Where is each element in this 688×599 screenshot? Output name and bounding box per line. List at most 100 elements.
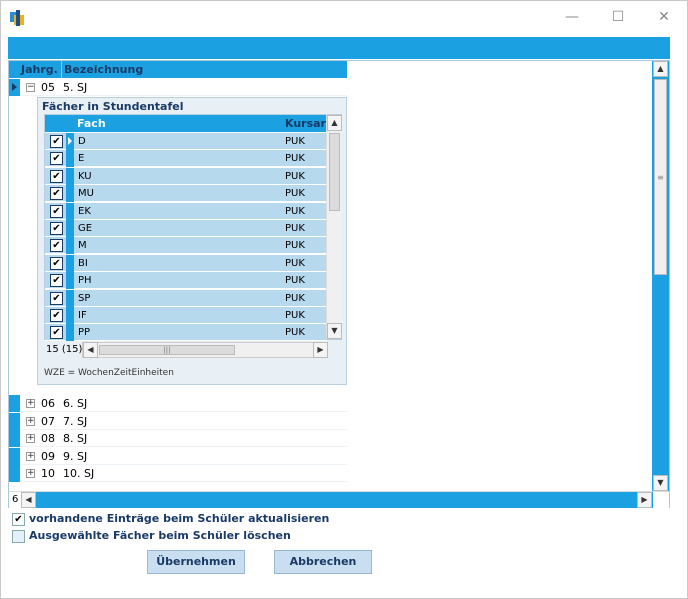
row-indicator: [66, 272, 74, 290]
grid-footer: 6 ◀ ▶: [9, 491, 669, 508]
table-row[interactable]: +07 7. SJ: [9, 412, 347, 430]
cell-fach: D: [78, 136, 86, 147]
cell-bezeichnung: 7. SJ: [63, 414, 88, 428]
scroll-thumb[interactable]: ≡: [654, 79, 667, 275]
faecher-horizontal-scrollbar[interactable]: ◀ ||| ▶: [82, 342, 328, 358]
grid-horizontal-scrollbar[interactable]: ◀ ▶: [21, 492, 653, 508]
cell-kursart: PUK: [285, 327, 305, 339]
column-header-fach[interactable]: Fach: [77, 115, 106, 132]
delete-subjects-label: Ausgewählte Fächer beim Schüler löschen: [29, 529, 291, 542]
row-indicator: [66, 167, 74, 185]
checkbox-checked-icon[interactable]: ✔: [50, 187, 63, 201]
checkbox-checked-icon[interactable]: ✔: [50, 152, 63, 166]
row-indicator: [9, 395, 20, 412]
update-entries-label: vorhandene Einträge beim Schüler aktuali…: [29, 512, 330, 525]
table-row[interactable]: ✔ PP PUK: [45, 324, 326, 342]
scroll-down-icon[interactable]: ▼: [327, 323, 342, 339]
legend-text: WZE = WochenZeitEinheiten: [44, 368, 174, 378]
table-row[interactable]: ✔ E PUK: [45, 150, 326, 168]
close-button[interactable]: ✕: [641, 1, 687, 33]
grid-vertical-scrollbar[interactable]: ▲ ≡ ▼: [652, 61, 669, 491]
table-row[interactable]: ✔ SP PUK: [45, 289, 326, 307]
checkbox-unchecked-icon[interactable]: [12, 530, 25, 543]
checkbox-checked-icon[interactable]: ✔: [50, 326, 63, 340]
faecher-vertical-scrollbar[interactable]: ▲ ▼: [326, 115, 342, 339]
table-row[interactable]: − 05 5. SJ: [9, 79, 347, 96]
expand-icon[interactable]: +: [26, 399, 35, 408]
maximize-button[interactable]: ☐: [595, 1, 641, 33]
minimize-button[interactable]: —: [549, 1, 595, 33]
scroll-thumb[interactable]: |||: [99, 345, 235, 355]
dialog-window: — ☐ ✕ Jahrg. Bezeichnung − 05 5. SJ Fäch…: [0, 0, 688, 599]
faecher-grid: Fach Kursart ✔ D PUK ✔ E PUK ✔ KU PUK ✔ MU PUK ✔ EK PU…: [44, 114, 342, 342]
cell-fach: SP: [78, 292, 91, 304]
table-row[interactable]: +08 8. SJ: [9, 430, 347, 448]
cell-jahrg: 06: [41, 397, 55, 410]
cell-fach: PP: [78, 327, 91, 339]
cell-kursart: PUK: [285, 257, 305, 269]
table-row[interactable]: ✔ M PUK: [45, 237, 326, 255]
table-row[interactable]: ✔ PH PUK: [45, 272, 326, 290]
checkbox-checked-icon[interactable]: ✔: [50, 309, 63, 322]
expand-icon[interactable]: +: [26, 469, 35, 479]
group-panel-bar: [8, 37, 670, 59]
column-header-bezeichnung[interactable]: Bezeichnung: [61, 61, 341, 78]
scroll-left-icon[interactable]: ◀: [83, 342, 98, 358]
checkbox-checked-icon[interactable]: ✔: [12, 513, 25, 526]
checkbox-checked-icon[interactable]: ✔: [50, 256, 63, 270]
scroll-right-icon[interactable]: ▶: [637, 492, 652, 508]
checkbox-checked-icon[interactable]: ✔: [50, 274, 63, 288]
row-indicator: [66, 133, 74, 150]
faecher-footer: 15 (15) ◀ ||| ▶: [44, 342, 342, 358]
scroll-left-icon[interactable]: ◀: [21, 492, 36, 508]
table-row[interactable]: ✔ EK PUK: [45, 202, 326, 220]
faecher-count: 15 (15): [46, 344, 83, 355]
scroll-right-icon[interactable]: ▶: [313, 342, 328, 358]
checkbox-checked-icon[interactable]: ✔: [50, 239, 63, 253]
checkbox-checked-icon[interactable]: ✔: [50, 204, 63, 218]
table-row[interactable]: ✔ D PUK: [45, 133, 326, 150]
row-indicator: [66, 324, 74, 342]
row-indicator: [9, 465, 20, 483]
scroll-down-icon[interactable]: ▼: [653, 475, 668, 491]
table-row[interactable]: ✔ KU PUK: [45, 167, 326, 185]
column-header-jahrg[interactable]: Jahrg.: [21, 61, 59, 78]
cell-fach: GE: [78, 223, 93, 234]
table-row[interactable]: ✔ GE PUK: [45, 220, 326, 237]
expand-icon[interactable]: +: [26, 434, 35, 444]
cell-jahrg: 10: [41, 467, 55, 481]
checkbox-checked-icon[interactable]: ✔: [50, 222, 63, 235]
row-indicator: [9, 79, 20, 96]
cell-jahrg: 09: [41, 449, 55, 463]
scroll-up-icon[interactable]: ▲: [653, 61, 668, 77]
table-row[interactable]: +06 6. SJ: [9, 395, 347, 412]
row-indicator: [9, 430, 20, 448]
scroll-up-icon[interactable]: ▲: [327, 115, 342, 131]
row-indicator: [66, 237, 74, 255]
table-row[interactable]: ✔ IF PUK: [45, 307, 326, 324]
cell-fach: BI: [78, 257, 88, 269]
detail-title: Fächer in Stundentafel: [42, 100, 184, 113]
cell-fach: PH: [78, 275, 92, 287]
collapse-icon[interactable]: −: [26, 83, 35, 92]
checkbox-checked-icon[interactable]: ✔: [50, 169, 63, 183]
cell-fach: IF: [78, 310, 87, 321]
expand-icon[interactable]: +: [26, 451, 35, 461]
checkbox-checked-icon[interactable]: ✔: [50, 291, 63, 305]
table-row[interactable]: +09 9. SJ: [9, 447, 347, 465]
faecher-header: Fach Kursart: [45, 115, 326, 132]
table-row[interactable]: ✔ MU PUK: [45, 185, 326, 203]
abbrechen-button[interactable]: Abbrechen: [274, 550, 372, 574]
expand-icon[interactable]: +: [26, 416, 35, 426]
uebernehmen-button[interactable]: Übernehmen: [147, 550, 245, 574]
table-row[interactable]: ✔ BI PUK: [45, 254, 326, 272]
cell-fach: E: [78, 153, 85, 165]
column-header-kursart[interactable]: Kursart: [285, 115, 326, 132]
scroll-thumb[interactable]: [329, 133, 340, 211]
table-row[interactable]: +10 10. SJ: [9, 465, 347, 483]
row-indicator: [66, 289, 74, 307]
checkbox-checked-icon[interactable]: ✔: [50, 135, 63, 148]
row-indicator: [66, 220, 74, 237]
cell-kursart: PUK: [285, 170, 305, 182]
cell-jahrg: 08: [41, 432, 55, 446]
